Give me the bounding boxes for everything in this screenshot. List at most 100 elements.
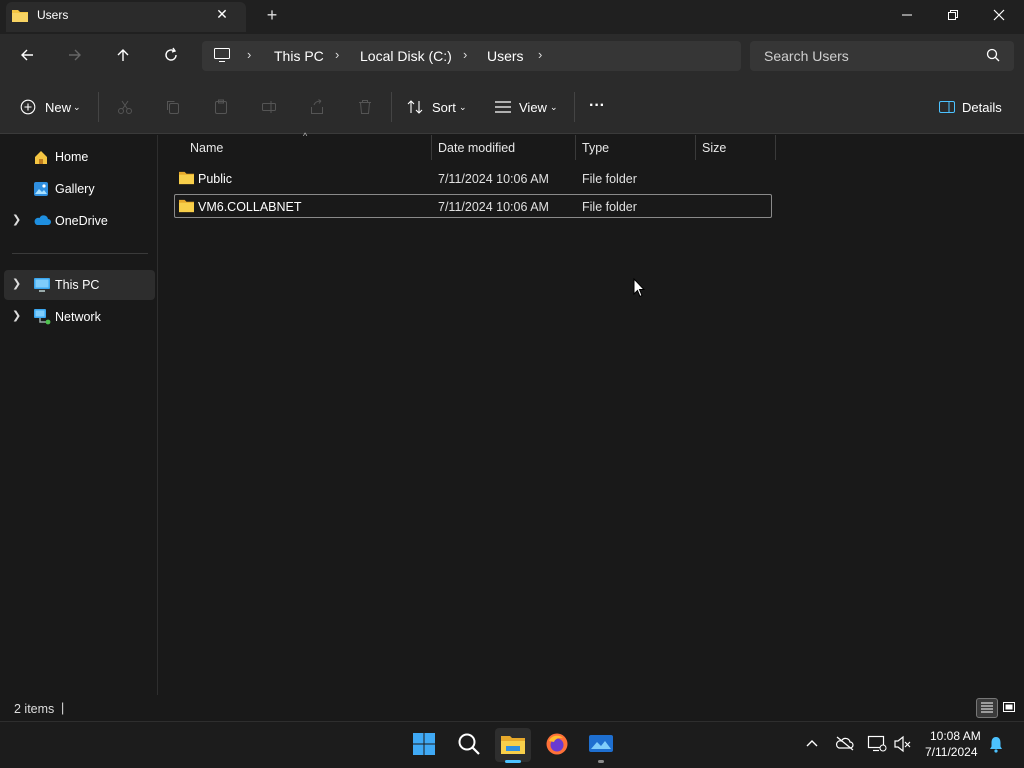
share-icon[interactable]: [307, 97, 327, 117]
file-date: 7/11/2024 10:06 AM: [438, 172, 549, 186]
copy-icon[interactable]: [163, 97, 183, 117]
chevron-right-icon[interactable]: ❯: [12, 277, 21, 290]
column-header-type[interactable]: Type: [582, 141, 609, 155]
chevron-up-icon[interactable]: [805, 736, 819, 751]
firefox-icon: [545, 732, 569, 759]
open-app-indicator: [598, 760, 604, 763]
restore-button[interactable]: [930, 0, 976, 32]
up-button[interactable]: [109, 42, 137, 70]
cut-icon[interactable]: [115, 97, 135, 117]
minimize-icon: [901, 9, 913, 24]
divider: [98, 92, 99, 122]
sort-ascending-icon: ^: [303, 131, 308, 141]
refresh-button[interactable]: [157, 42, 185, 70]
new-tab-button[interactable]: +: [262, 5, 282, 25]
file-date: 7/11/2024 10:06 AM: [438, 200, 549, 214]
sidebar-item-label: OneDrive: [55, 214, 108, 228]
folder-icon: [11, 7, 29, 26]
network-icon: [33, 308, 51, 329]
sort-button[interactable]: Sort: [432, 100, 456, 115]
chevron-right-icon[interactable]: ›: [335, 47, 339, 62]
column-header-size[interactable]: Size: [702, 141, 726, 155]
column-header-date-modified[interactable]: Date modified: [438, 141, 515, 155]
refresh-icon: [163, 47, 179, 66]
notification-bell-icon[interactable]: [988, 735, 1004, 756]
remote-desktop-icon: [588, 733, 614, 758]
arrow-right-icon: [67, 47, 83, 66]
pc-icon: [33, 277, 51, 296]
chevron-right-icon[interactable]: ›: [247, 47, 251, 62]
mouse-cursor-icon: [633, 277, 646, 301]
column-divider[interactable]: [695, 135, 696, 160]
column-divider[interactable]: [775, 135, 776, 160]
column-divider[interactable]: [575, 135, 576, 160]
tab-close-button[interactable]: ✕: [212, 6, 232, 24]
active-app-indicator: [505, 760, 521, 763]
gallery-icon: [33, 181, 49, 200]
search-placeholder: Search Users: [764, 48, 849, 64]
chevron-right-icon[interactable]: ›: [538, 47, 542, 62]
details-view-button[interactable]: [976, 698, 998, 718]
back-button[interactable]: [13, 42, 41, 70]
chevron-right-icon[interactable]: ❯: [12, 309, 21, 322]
clock-time[interactable]: 10:08 AM: [930, 729, 981, 743]
tab-title: Users: [37, 8, 69, 22]
chevron-right-icon[interactable]: ›: [463, 47, 467, 62]
chevron-down-icon[interactable]: ⌄: [73, 102, 81, 113]
pc-icon: [213, 47, 231, 66]
rename-icon[interactable]: [259, 97, 279, 117]
breadcrumb-local-disk[interactable]: Local Disk (C:): [360, 48, 452, 64]
column-divider[interactable]: [431, 135, 432, 160]
folder-icon: [178, 170, 195, 188]
sidebar-item-label: Gallery: [55, 182, 95, 196]
sort-icon[interactable]: [405, 97, 425, 117]
home-icon: [33, 149, 49, 168]
minimize-button[interactable]: [884, 0, 930, 32]
plus-circle-icon[interactable]: [18, 97, 38, 117]
taskbar-file-explorer[interactable]: [495, 728, 531, 762]
taskbar-app[interactable]: [583, 728, 619, 762]
details-button[interactable]: Details: [962, 100, 1002, 115]
new-button[interactable]: New: [45, 100, 71, 115]
breadcrumb-this-pc[interactable]: This PC: [274, 48, 324, 64]
clock-date[interactable]: 7/11/2024: [925, 745, 978, 759]
file-explorer-icon: [500, 733, 526, 758]
start-button[interactable]: [406, 728, 442, 762]
item-count: 2 items: [14, 702, 55, 716]
details-pane-icon[interactable]: [937, 97, 957, 117]
forward-button[interactable]: [61, 42, 89, 70]
volume-muted-icon[interactable]: [893, 735, 913, 756]
file-type: File folder: [582, 172, 637, 186]
restore-icon: [947, 9, 959, 24]
search-icon: [457, 732, 481, 759]
divider: [391, 92, 392, 122]
status-bar: [0, 695, 1024, 721]
chevron-down-icon[interactable]: ⌄: [550, 102, 558, 113]
paste-icon[interactable]: [211, 97, 231, 117]
file-type: File folder: [582, 200, 637, 214]
arrow-up-icon: [115, 47, 131, 66]
tiles-view-button[interactable]: [998, 698, 1020, 718]
divider: [12, 253, 148, 254]
network-status-icon[interactable]: [867, 735, 887, 756]
search-icon[interactable]: [986, 48, 1000, 65]
view-button[interactable]: View: [519, 100, 547, 115]
divider: [574, 92, 575, 122]
cloud-offline-icon[interactable]: [835, 735, 855, 754]
close-button[interactable]: [976, 0, 1022, 32]
delete-icon[interactable]: [355, 97, 375, 117]
chevron-right-icon[interactable]: ❯: [12, 213, 21, 226]
large-icons-view-icon: [1002, 701, 1016, 716]
view-icon[interactable]: [493, 97, 513, 117]
sidebar-item-label: This PC: [55, 278, 100, 292]
file-name: Public: [198, 172, 233, 186]
breadcrumb-users[interactable]: Users: [487, 48, 524, 64]
column-header-name[interactable]: Name: [190, 141, 223, 155]
taskbar-search-button[interactable]: [451, 728, 487, 762]
sidebar-item-label: Network: [55, 310, 101, 324]
chevron-down-icon[interactable]: ⌄: [459, 102, 467, 113]
close-icon: [993, 9, 1005, 24]
more-options-button[interactable]: ···: [589, 97, 605, 115]
sidebar-item-label: Home: [55, 150, 89, 164]
taskbar-firefox[interactable]: [539, 728, 575, 762]
